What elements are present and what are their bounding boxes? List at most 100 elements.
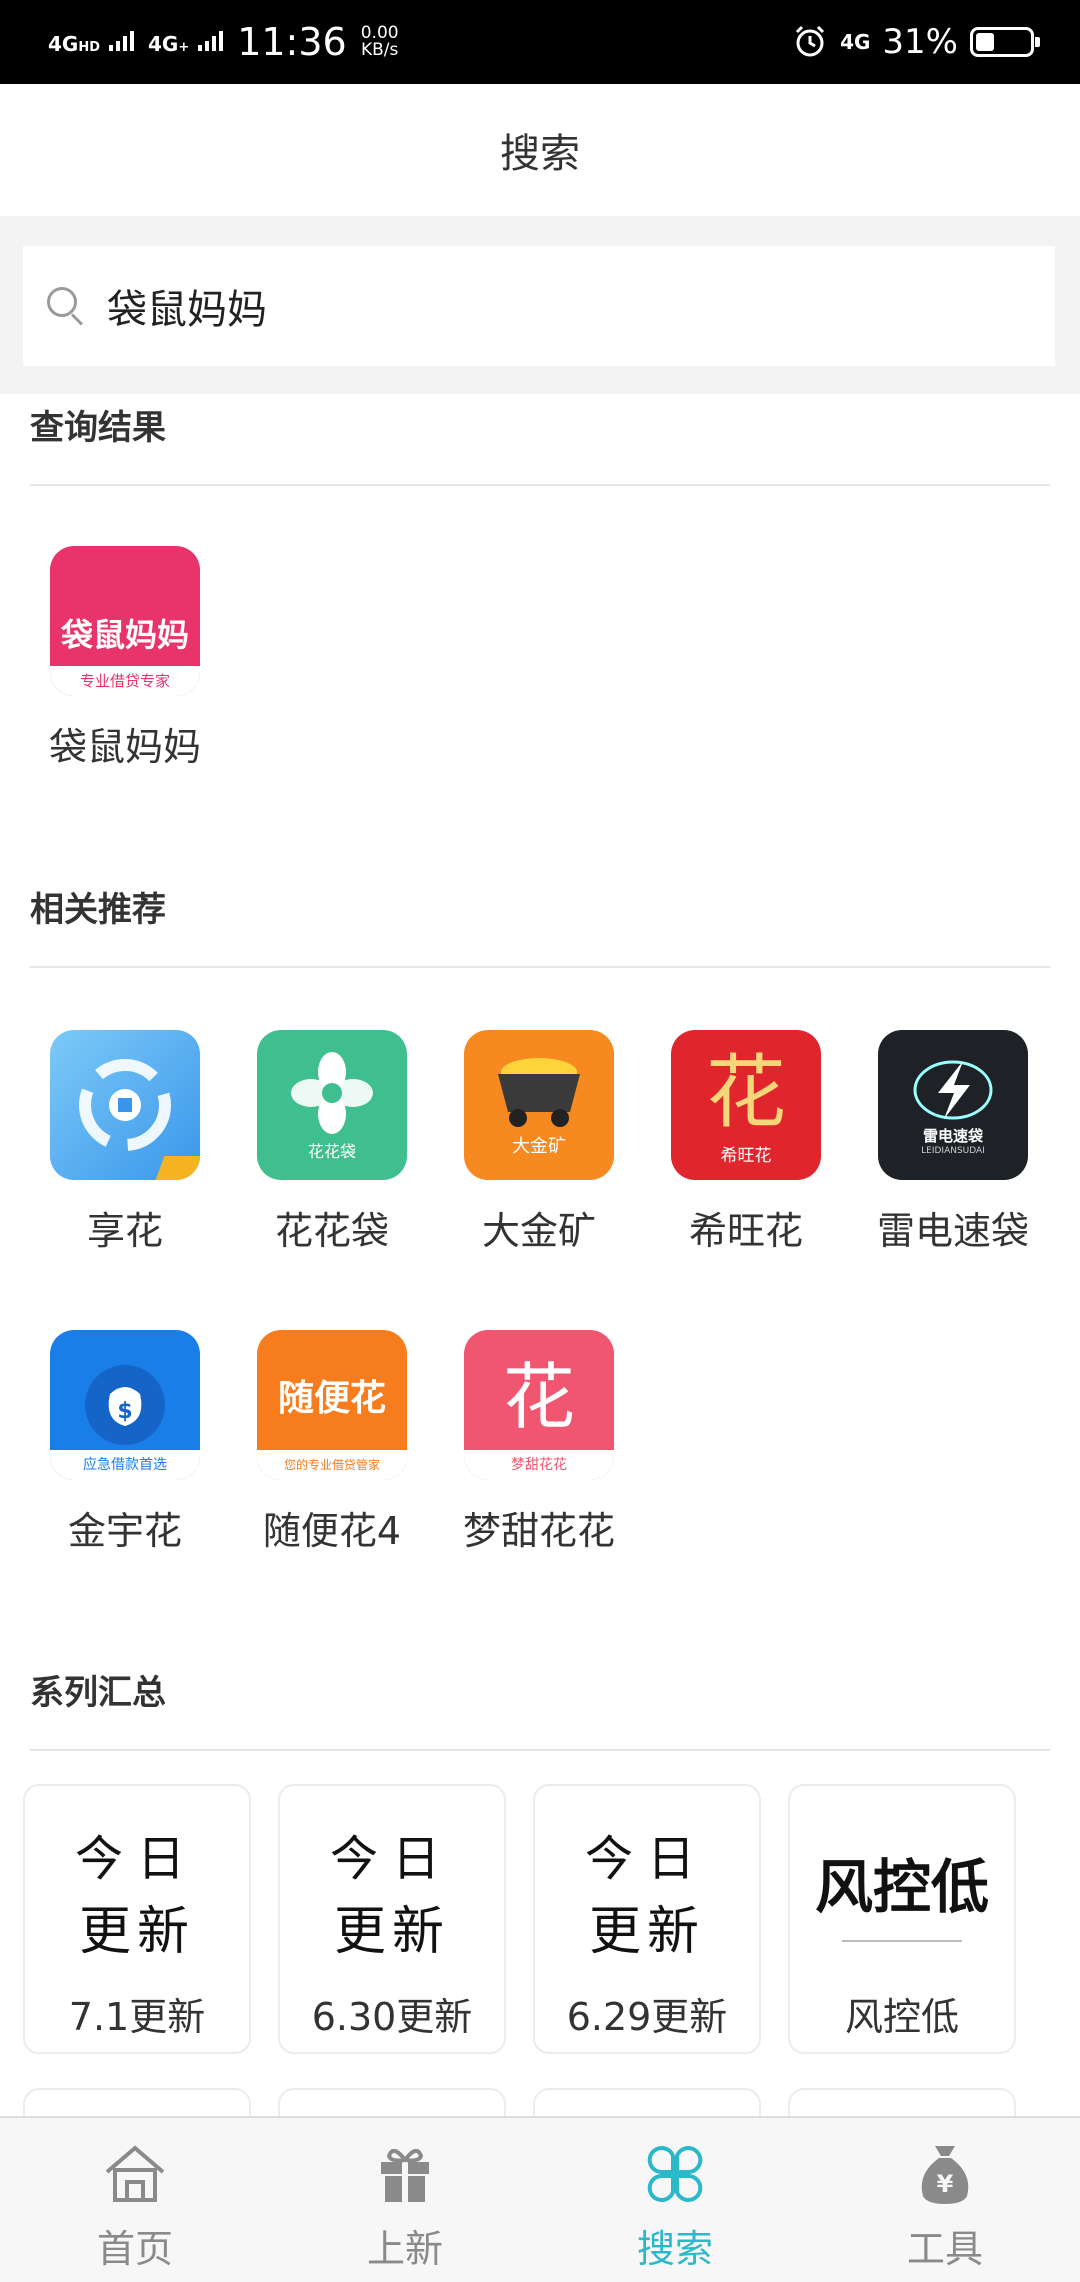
card-big-text: 风控低: [814, 1853, 989, 1921]
signal-bars-icon: [198, 30, 224, 51]
signal-sup: +: [178, 39, 190, 55]
nav-tools[interactable]: ¥ 工具: [810, 2118, 1080, 2282]
battery-percent: 31%: [882, 22, 958, 62]
clover-icon: [647, 2146, 703, 2202]
recommend-app-jinyuhua[interactable]: $ 应急借款首选 金宇花: [35, 1330, 215, 1555]
app-label: 随便花4: [262, 1509, 402, 1553]
swirl-icon: [79, 1059, 171, 1151]
jinyuhua-app-icon: $ 应急借款首选: [50, 1330, 200, 1480]
lightning-icon: [913, 1060, 993, 1119]
card-line1: 今日: [329, 1830, 454, 1887]
recommend-app-dajinkuang[interactable]: 大金矿 大金矿: [449, 1030, 629, 1255]
app-label: 希旺花: [688, 1209, 803, 1253]
icon-text: 花: [502, 1355, 575, 1439]
card-line1: 今日: [74, 1830, 199, 1887]
icon-subtext: 梦甜花花: [464, 1450, 614, 1480]
speed-unit: KB/s: [360, 40, 399, 60]
money-bag-icon: ¥: [921, 2146, 969, 2204]
xiwanghua-app-icon: 花 希旺花: [671, 1030, 821, 1180]
battery-icon: [970, 27, 1040, 57]
divider: [30, 1749, 1050, 1751]
mengtianhuahua-app-icon: 花 梦甜花花: [464, 1330, 614, 1480]
card-line2: 更新: [588, 1901, 705, 1962]
card-label: 7.1更新: [68, 1995, 206, 2039]
series-card-image: 今日 更新: [25, 1816, 249, 1966]
series-card-image: 今日 更新: [280, 1816, 504, 1966]
card-line2: 更新: [78, 1901, 195, 1962]
series-card[interactable]: 今日 更新 7.1更新: [23, 1784, 251, 2054]
section-title-results: 查询结果: [30, 408, 166, 448]
icon-subtext: 花花袋: [307, 1142, 356, 1161]
money-bag-hand-icon: $: [85, 1365, 165, 1445]
search-area: 袋鼠妈妈: [0, 216, 1080, 394]
card-rule: [842, 1940, 962, 1942]
page-title: 搜索: [500, 131, 580, 177]
app-label: 大金矿: [481, 1209, 596, 1253]
divider: [30, 966, 1050, 968]
huahuadai-app-icon: 花花袋: [257, 1030, 407, 1180]
recommend-app-xianghua[interactable]: 享花: [35, 1030, 215, 1255]
recommend-app-huahuadai[interactable]: 花花袋 花花袋: [242, 1030, 422, 1255]
nav-new[interactable]: 上新: [270, 2118, 540, 2282]
home-icon: [105, 2145, 165, 2202]
svg-text:¥: ¥: [937, 2170, 954, 2198]
icon-text: 袋鼠妈妈: [60, 616, 189, 654]
leidiansudai-app-icon: 雷电速袋 LEIDIANSUDAI: [878, 1030, 1028, 1180]
series-card[interactable]: 风控低 风控低: [788, 1784, 1016, 2054]
app-label: 花花袋: [274, 1209, 389, 1253]
status-bar: 4GHD 4G+ 11:36 0.00 KB/s 4G 31%: [0, 0, 1080, 84]
series-card-image: 风控低: [790, 1816, 1014, 1966]
app-label: 享花: [86, 1209, 163, 1253]
search-input[interactable]: 袋鼠妈妈: [23, 246, 1055, 366]
signal-label: 4G: [48, 31, 79, 56]
recommend-app-xiwanghua[interactable]: 花 希旺花 希旺花: [656, 1030, 836, 1255]
clock: 11:36: [237, 20, 347, 64]
xianghua-app-icon: [50, 1030, 200, 1180]
icon-text: 花: [706, 1045, 786, 1139]
card-line2: 更新: [333, 1901, 450, 1962]
nav-label: 上新: [366, 2227, 443, 2271]
series-card[interactable]: 今日 更新 6.29更新: [533, 1784, 761, 2054]
icon-subtext: 应急借款首选: [50, 1450, 200, 1480]
app-label: 金宇花: [67, 1509, 182, 1553]
icon-subtext: 大金矿: [512, 1136, 566, 1157]
daishumama-app-icon: 袋鼠妈妈 专业借贷专家: [50, 546, 200, 696]
series-card-image: 今日 更新: [535, 1816, 759, 1966]
search-input-value: 袋鼠妈妈: [107, 287, 267, 333]
gift-icon: [381, 2148, 429, 2202]
icon-text: 雷电速袋: [922, 1126, 983, 1145]
nav-search[interactable]: 搜索: [540, 2118, 810, 2282]
series-card[interactable]: 今日 更新 6.30更新: [278, 1784, 506, 2054]
bottom-nav: 首页 上新 搜索 ¥ 工具: [0, 2116, 1080, 2282]
signal-sup: HD: [78, 39, 101, 55]
page-header: 搜索: [0, 84, 1080, 216]
icon-subtext: LEIDIANSUDAI: [921, 1145, 985, 1156]
svg-text:$: $: [117, 1399, 132, 1424]
signal-label: 4G: [147, 31, 179, 56]
icon-subtext: 您的专业借贷管家: [257, 1450, 407, 1480]
icon-subtext: 希旺花: [720, 1145, 772, 1166]
app-label: 梦甜花花: [462, 1509, 615, 1553]
section-title-recommend: 相关推荐: [30, 890, 166, 930]
mine-cart-icon: [498, 1058, 580, 1127]
network-speed: 0.00 KB/s: [361, 25, 399, 59]
section-title-series: 系列汇总: [30, 1673, 166, 1713]
recommend-app-leidiansudai[interactable]: 雷电速袋 LEIDIANSUDAI 雷电速袋: [863, 1030, 1043, 1255]
signal-indicator-2: 4G+: [147, 30, 224, 56]
recommend-app-suibianhua[interactable]: 随便花 您的专业借贷管家 随便花4: [242, 1330, 422, 1555]
nav-label: 首页: [96, 2227, 173, 2271]
search-icon: [45, 285, 87, 327]
icon-text: 随便花: [277, 1378, 386, 1419]
flower-icon: [291, 1052, 373, 1134]
divider: [30, 484, 1050, 486]
result-app-daishumama[interactable]: 袋鼠妈妈 专业借贷专家 袋鼠妈妈: [35, 546, 215, 771]
nav-label: 工具: [906, 2227, 983, 2271]
nav-label: 搜索: [636, 2227, 713, 2271]
signal-indicator-3: 4G: [840, 30, 871, 54]
recommend-app-mengtianhuahua[interactable]: 花 梦甜花花 梦甜花花: [449, 1330, 629, 1555]
card-label: 风控低: [844, 1995, 959, 2039]
card-label: 6.29更新: [566, 1995, 728, 2039]
nav-home[interactable]: 首页: [0, 2118, 270, 2282]
card-line1: 今日: [584, 1830, 709, 1887]
app-label: 袋鼠妈妈: [48, 725, 201, 769]
